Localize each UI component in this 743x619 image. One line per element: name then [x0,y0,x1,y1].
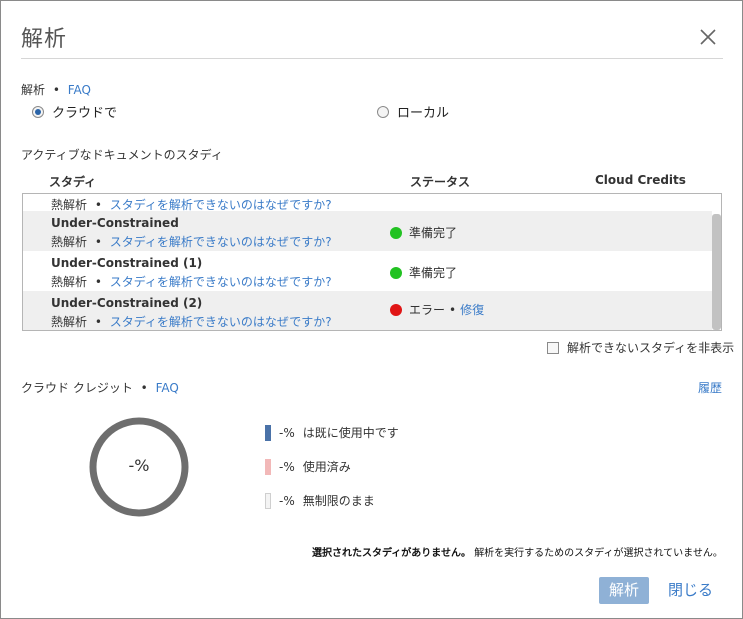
studies-section-label: アクティブなドキュメントのスタディ [21,148,223,162]
separator-dot: • [140,381,148,395]
study-name: Under-Constrained [51,216,179,230]
status-text: エラー [409,303,446,317]
separator-dot: • [94,198,102,212]
study-type: 熱解析 [51,315,88,329]
checkbox-box[interactable] [547,341,559,354]
title-divider [21,58,723,59]
column-header-study[interactable]: スタディ [49,173,96,190]
no-study-message: 選択されたスタディがありません。 解析を実行するためのスタディが選択されていませ… [312,544,723,559]
status-error-icon [390,303,402,316]
why-cannot-analyze-link[interactable]: スタディを解析できないのはなぜですか? [110,198,332,212]
study-name: Under-Constrained (1) [51,256,203,270]
analysis-faq-link[interactable]: FAQ [68,83,91,97]
legend-swatch [265,458,271,475]
analysis-dialog: 解析 解析 • FAQ クラウドで ローカル アクティブなドキュメントのスタディ… [0,0,743,619]
study-subline: 熱解析 • スタディを解析できないのはなぜですか? [51,233,332,250]
legend-value: -% [279,459,295,474]
gauge-value: -% [128,456,150,475]
radio-local-label: ローカル [397,106,450,121]
message-bold: 選択されたスタディがありません。 [312,548,471,559]
legend-item-used: -% 使用済み [265,458,351,475]
legend-label: 使用済み [302,460,351,474]
study-subline: 熱解析 • スタディを解析できないのはなぜですか? [51,273,332,290]
study-type: 熱解析 [51,275,88,289]
legend-item-in-use: -% は既に使用中です [265,424,399,441]
repair-link[interactable]: 修復 [460,301,484,318]
legend-value: -% [279,425,295,440]
studies-list[interactable]: 熱解析 • スタディを解析できないのはなぜですか? Under-Constrai… [22,193,722,331]
separator-dot: • [94,315,102,329]
why-cannot-analyze-link[interactable]: スタディを解析できないのはなぜですか? [110,275,332,289]
study-status: 準備完了 [390,224,457,241]
hide-unanalyzable-label: 解析できないスタディを非表示 [567,341,735,355]
radio-cloud[interactable]: クラウドで [32,102,117,121]
study-name: Under-Constrained (2) [51,296,203,310]
separator-dot: • [449,302,457,317]
legend-label: 無制限のまま [302,494,375,508]
list-scrollbar[interactable] [712,214,721,330]
radio-local-indicator[interactable] [377,105,389,118]
credits-faq-link[interactable]: FAQ [156,381,179,395]
study-subline: 熱解析 • スタディを解析できないのはなぜですか? [51,313,332,330]
analyze-button[interactable]: 解析 [599,577,649,604]
column-header-status[interactable]: ステータス [410,173,470,190]
hide-unanalyzable-checkbox[interactable]: 解析できないスタディを非表示 [547,339,734,356]
cloud-credits-header: クラウド クレジット • FAQ [21,379,179,396]
study-type: 熱解析 [51,235,88,249]
study-status: 準備完了 [390,264,457,281]
legend-swatch [265,492,271,509]
status-ready-icon [390,226,402,239]
why-cannot-analyze-link[interactable]: スタディを解析できないのはなぜですか? [110,235,332,249]
why-cannot-analyze-link[interactable]: スタディを解析できないのはなぜですか? [110,315,332,329]
analysis-header: 解析 • FAQ [21,81,91,98]
legend-item-remaining: -% 無制限のまま [265,492,375,509]
study-row[interactable]: Under-Constrained (2) 熱解析 • スタディを解析できないの… [23,291,712,330]
dialog-title: 解析 [21,27,68,52]
separator-dot: • [94,235,102,249]
message-rest: 解析を実行するためのスタディが選択されていません。 [474,548,723,559]
study-type: 熱解析 [51,198,88,212]
study-row[interactable]: Under-Constrained (1) 熱解析 • スタディを解析できないの… [23,251,712,291]
column-header-credits[interactable]: Cloud Credits [595,173,686,187]
legend-value: -% [279,493,295,508]
radio-local[interactable]: ローカル [377,102,449,121]
close-icon[interactable] [698,27,718,47]
radio-cloud-label: クラウドで [52,106,118,121]
close-button[interactable]: 閉じる [668,577,713,604]
study-row[interactable]: Under-Constrained 熱解析 • スタディを解析できないのはなぜで… [23,211,712,251]
study-status: エラー • 修復 [390,301,484,318]
status-ready-icon [390,266,402,279]
status-text: 準備完了 [409,226,458,240]
analysis-label: 解析 [21,83,46,97]
status-text: 準備完了 [409,266,458,280]
cloud-credits-label: クラウド クレジット [21,381,133,395]
legend-label: は既に使用中です [302,426,399,440]
history-link[interactable]: 履歴 [698,379,722,396]
legend-swatch [265,424,271,441]
radio-cloud-indicator[interactable] [32,105,44,118]
separator-dot: • [52,83,60,97]
separator-dot: • [94,275,102,289]
